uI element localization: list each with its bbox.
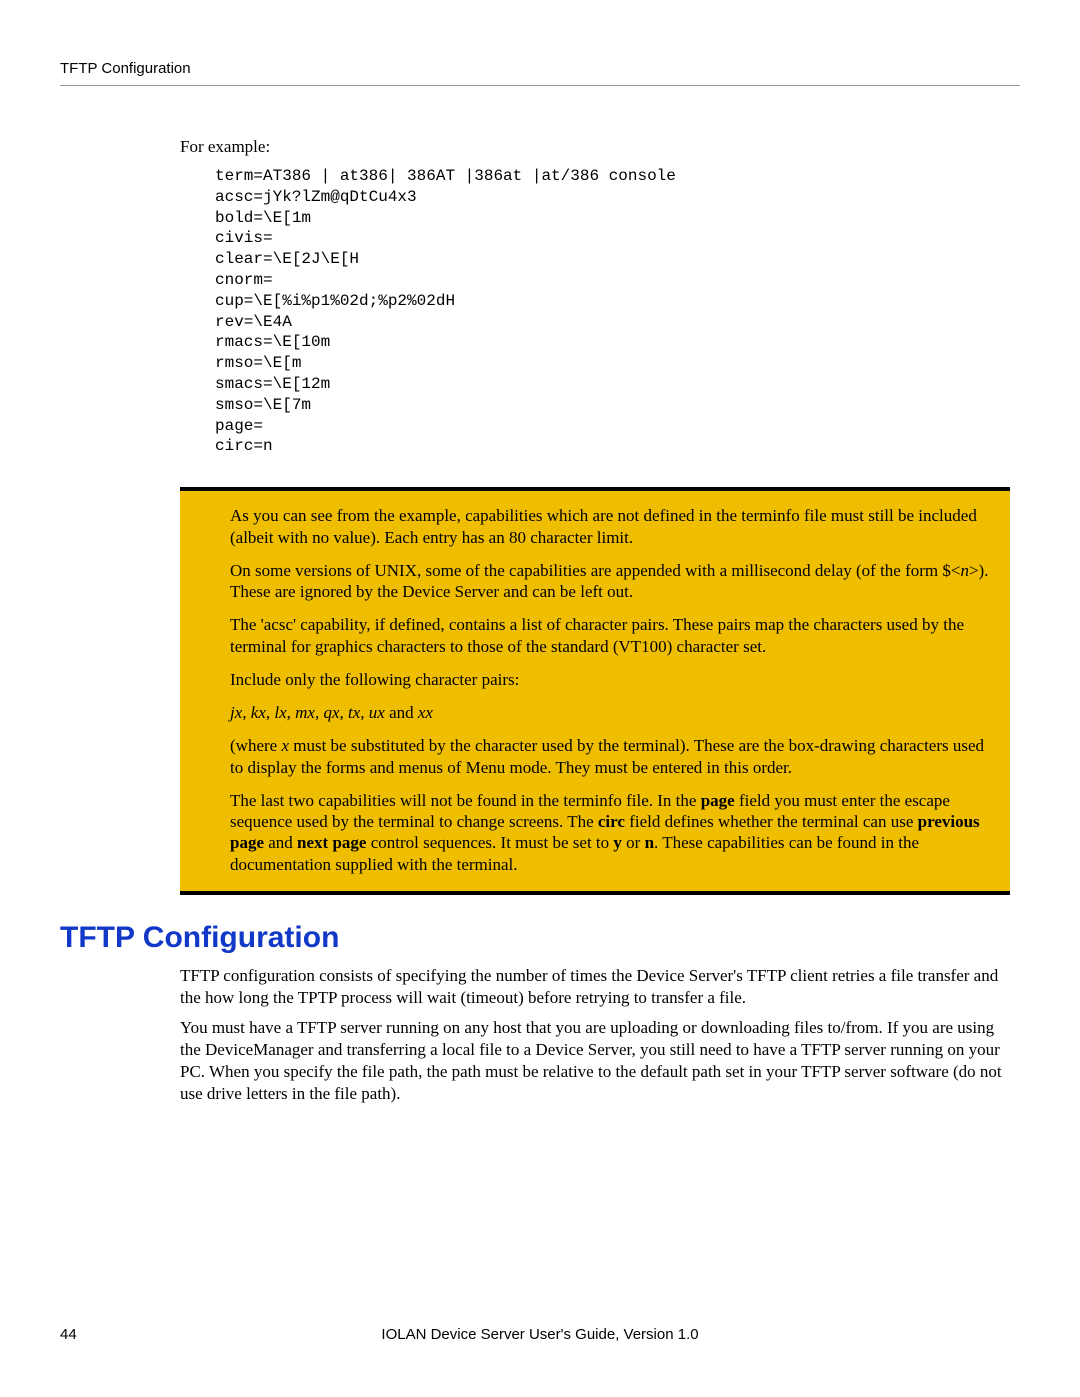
footer-title: IOLAN Device Server User's Guide, Versio… [381, 1326, 698, 1343]
note-paragraph: The 'acsc' capability, if defined, conta… [230, 614, 1000, 657]
body-paragraph: TFTP configuration consists of specifyin… [180, 965, 1010, 1009]
section-body: TFTP configuration consists of specifyin… [180, 965, 1010, 1106]
body-paragraph: You must have a TFTP server running on a… [180, 1017, 1010, 1105]
note-paragraph: As you can see from the example, capabil… [230, 505, 1000, 548]
note-paragraph: Include only the following character pai… [230, 669, 1000, 690]
section-heading-tftp-configuration: TFTP Configuration [60, 921, 1020, 955]
running-head: TFTP Configuration [60, 60, 1020, 86]
note-paragraph: On some versions of UNIX, some of the ca… [230, 560, 1000, 603]
note-paragraph: (where x must be substituted by the char… [230, 735, 1000, 778]
page-footer: 44 IOLAN Device Server User's Guide, Ver… [60, 1326, 1020, 1343]
note-box: As you can see from the example, capabil… [180, 491, 1010, 895]
example-block: For example: term=AT386 | at386| 386AT |… [180, 136, 1010, 457]
note-paragraph: The last two capabilities will not be fo… [230, 790, 1000, 875]
page: TFTP Configuration For example: term=AT3… [0, 0, 1080, 1397]
page-number: 44 [60, 1326, 77, 1343]
note-character-pairs: jx, kx, lx, mx, qx, tx, ux and xx [230, 702, 1000, 723]
example-label: For example: [180, 136, 1010, 158]
note-container: As you can see from the example, capabil… [180, 487, 1010, 895]
code-block: term=AT386 | at386| 386AT |386at |at/386… [215, 166, 1010, 457]
